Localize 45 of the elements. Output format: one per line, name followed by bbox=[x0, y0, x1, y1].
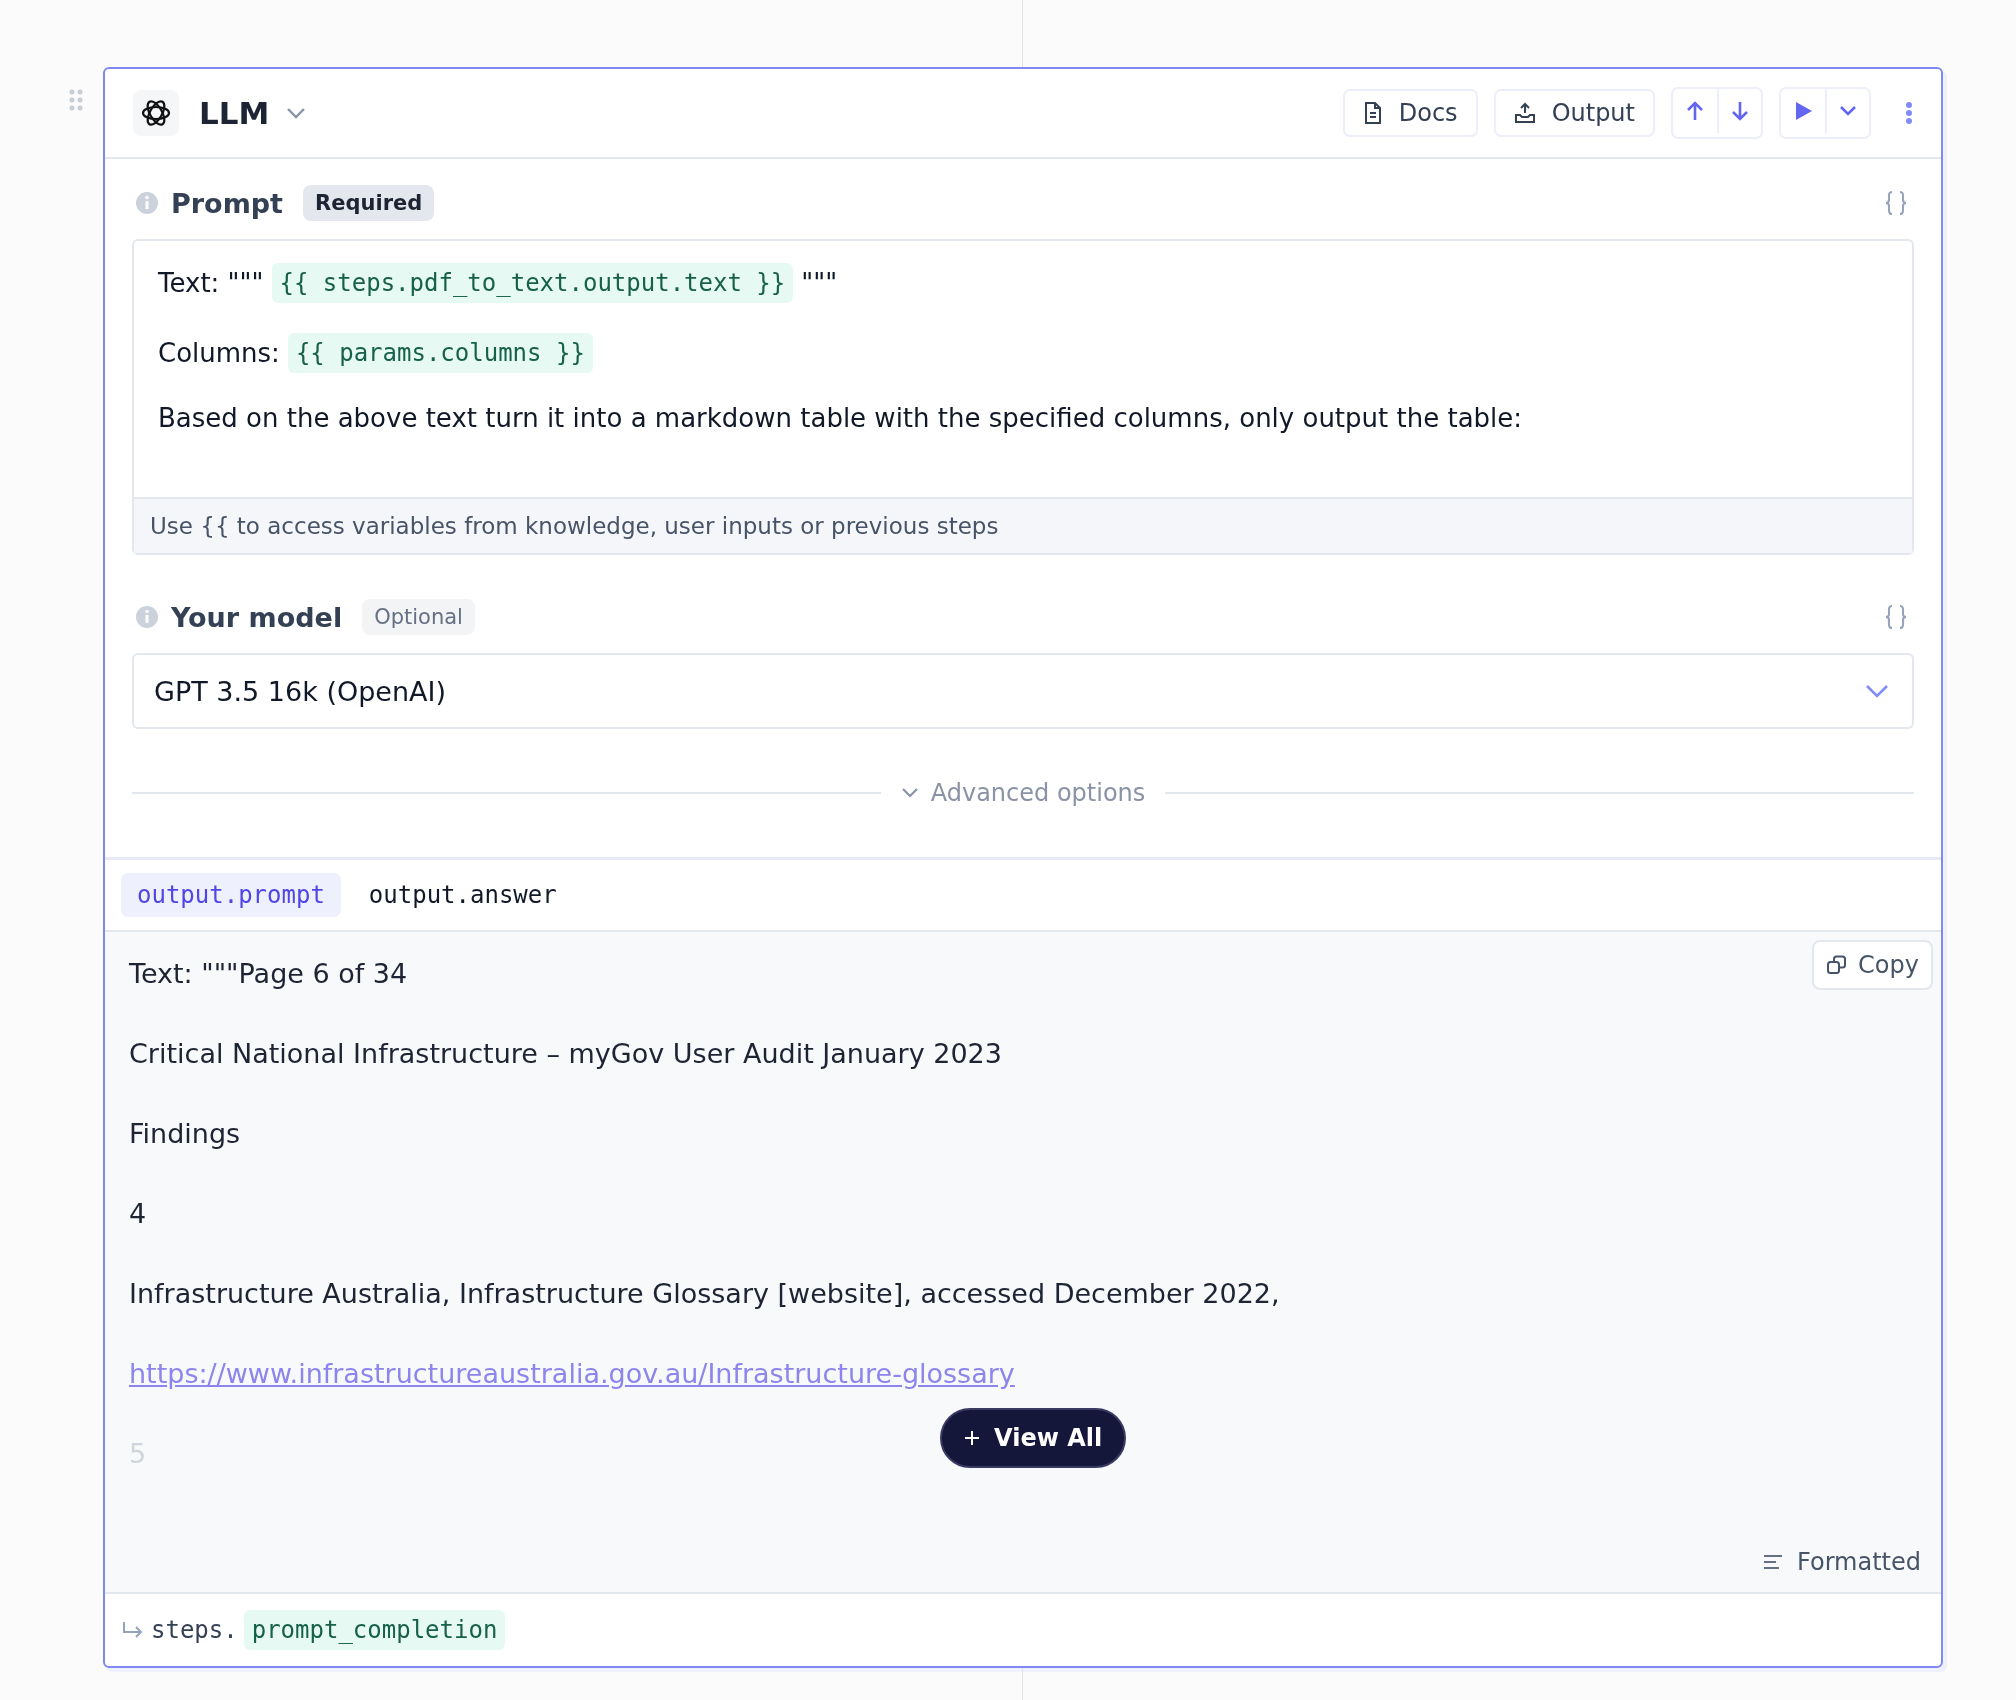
output-text: 4 bbox=[129, 1197, 147, 1231]
output-text: Infrastructure Australia, Infrastructure Glossary [website], accessed December 2022, bbox=[129, 1277, 1280, 1311]
prompt-text: Text: """ bbox=[158, 268, 264, 298]
lines-icon bbox=[1763, 1554, 1783, 1570]
play-icon bbox=[1793, 100, 1813, 122]
optional-badge: Optional bbox=[362, 599, 475, 635]
drag-handle-icon[interactable] bbox=[69, 89, 83, 111]
plus-icon bbox=[964, 1430, 980, 1446]
format-toggle[interactable]: Formatted bbox=[1763, 1548, 1921, 1576]
braces-icon[interactable] bbox=[1884, 189, 1908, 217]
chevron-down-icon bbox=[900, 787, 919, 799]
docs-button[interactable]: Docs bbox=[1342, 89, 1478, 137]
more-menu-icon[interactable] bbox=[1905, 101, 1913, 125]
model-select[interactable]: GPT 3.5 16k (OpenAI) bbox=[132, 653, 1914, 729]
output-text: Text: """Page 6 of 34 bbox=[129, 957, 408, 991]
prompt-text: Based on the above text turn it into a markdown table with the specified columns, only output the table: bbox=[158, 403, 1523, 433]
arrow-down-icon bbox=[1730, 100, 1750, 122]
step-name-tag: prompt_completion bbox=[243, 1610, 506, 1650]
chevron-down-icon bbox=[1864, 683, 1890, 699]
variable-tag: {{ steps.pdf_to_text.output.text }} bbox=[271, 263, 794, 303]
tray-upload-icon bbox=[1513, 102, 1536, 124]
variable-tag: {{ params.columns }} bbox=[287, 333, 593, 373]
prompt-text: Columns: bbox=[158, 338, 280, 368]
prompt-editor[interactable] bbox=[132, 239, 1914, 555]
view-all-button[interactable]: View All bbox=[940, 1408, 1127, 1468]
step-prefix: steps. bbox=[151, 1616, 238, 1644]
document-icon bbox=[1362, 101, 1383, 125]
node-title: LLM bbox=[199, 95, 270, 131]
editor-hint: Use {{ to access variables from knowledge, user inputs or previous steps bbox=[134, 497, 1912, 553]
arrow-up-icon bbox=[1685, 100, 1705, 122]
prompt-text: """ bbox=[801, 268, 838, 298]
output-button[interactable]: Output bbox=[1493, 89, 1655, 137]
field-label: Your model bbox=[171, 601, 343, 633]
chevron-down-icon bbox=[1838, 104, 1858, 118]
copy-button[interactable]: Copy bbox=[1812, 940, 1933, 990]
chevron-down-icon[interactable] bbox=[285, 106, 308, 120]
copy-icon bbox=[1826, 954, 1849, 976]
required-badge: Required bbox=[303, 185, 435, 221]
output-text: Critical National Infrastructure – myGov User Audit January 2023 bbox=[129, 1037, 1002, 1071]
output-tab[interactable]: output.answer bbox=[352, 873, 573, 917]
output-text: Findings bbox=[129, 1117, 241, 1151]
field-label: Prompt bbox=[171, 187, 284, 219]
output-tab[interactable]: output.prompt bbox=[121, 873, 341, 917]
braces-icon[interactable] bbox=[1884, 603, 1908, 631]
return-arrow-icon bbox=[121, 1620, 145, 1640]
